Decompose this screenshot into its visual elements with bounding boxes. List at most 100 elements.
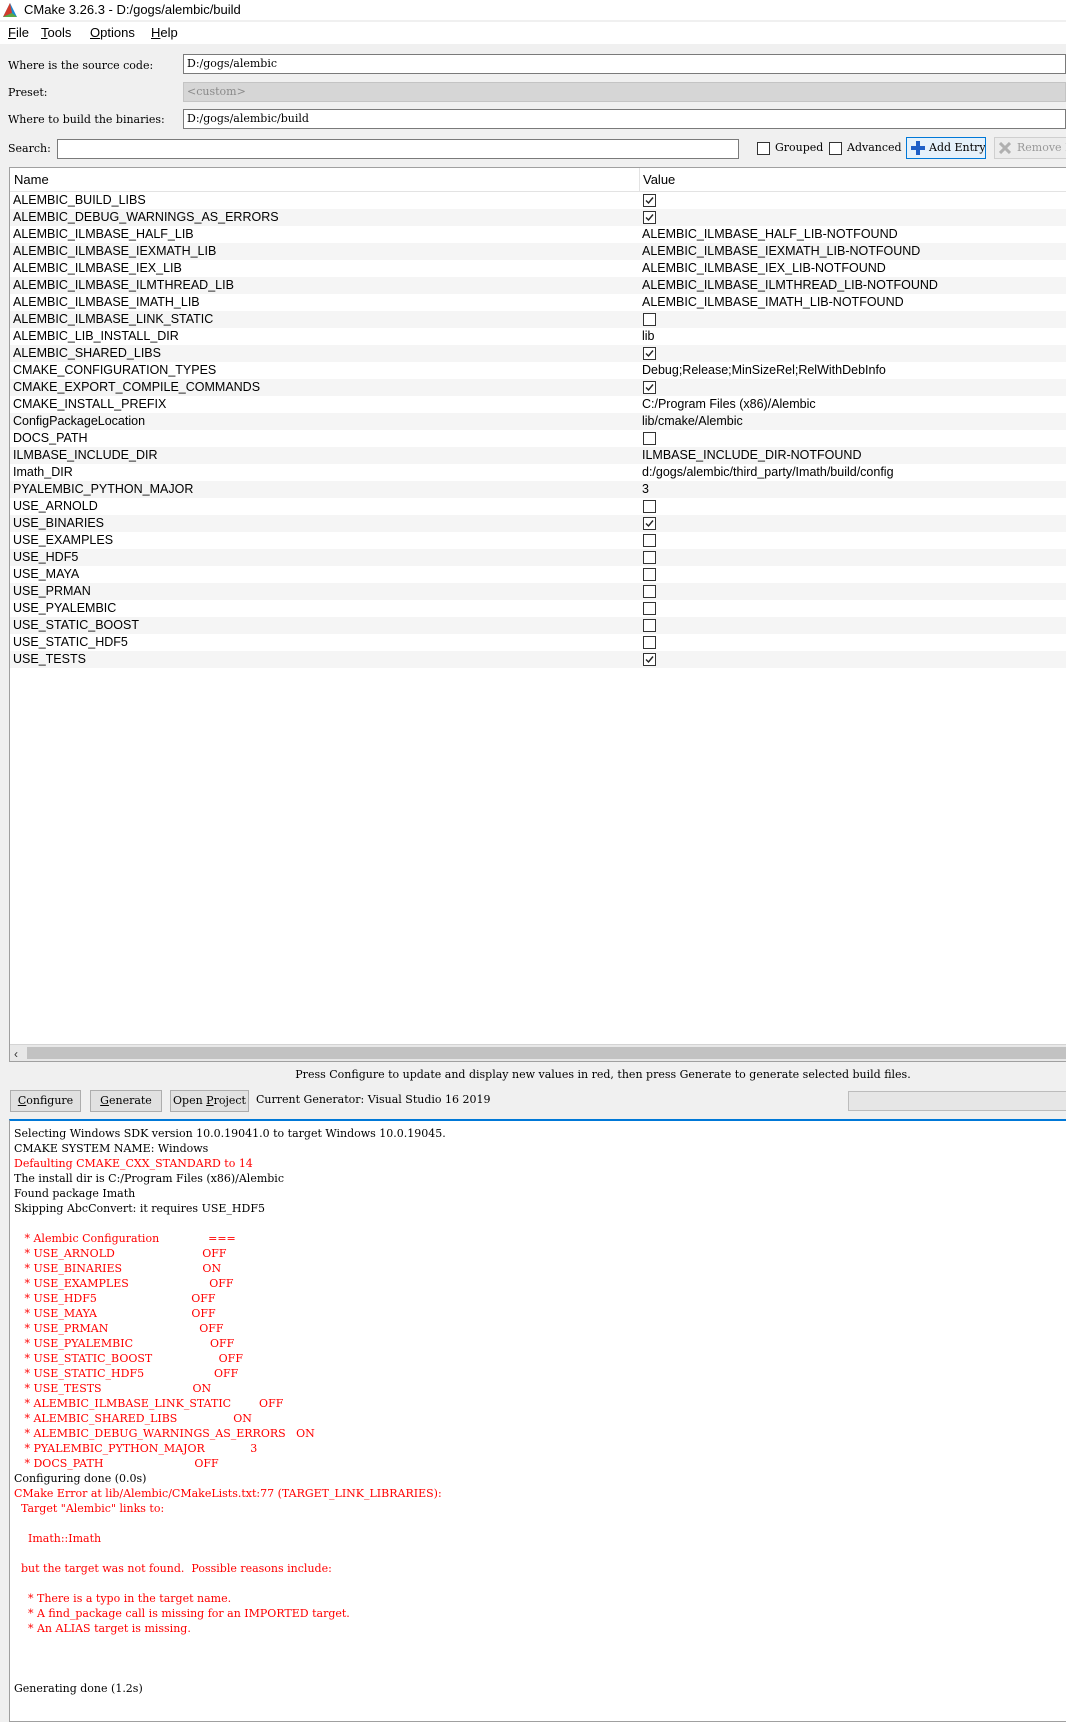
cache-entry-name: ALEMBIC_ILMBASE_ILMTHREAD_LIB: [13, 278, 234, 292]
table-row[interactable]: ALEMBIC_SHARED_LIBS: [10, 345, 1066, 362]
add-entry-button[interactable]: Add Entry: [906, 137, 986, 159]
menu-tools[interactable]: Tools: [41, 25, 71, 41]
cache-entry-checkbox[interactable]: [643, 313, 656, 326]
cache-entry-name: ALEMBIC_BUILD_LIBS: [13, 193, 146, 207]
column-header-name[interactable]: Name: [14, 172, 49, 187]
cache-entry-checkbox[interactable]: [643, 534, 656, 547]
scroll-left-arrow-icon[interactable]: ‹: [14, 1047, 18, 1061]
cache-entry-name: USE_PRMAN: [13, 584, 91, 598]
advanced-checkbox[interactable]: [829, 142, 842, 155]
table-row[interactable]: ALEMBIC_ILMBASE_HALF_LIB ALEMBIC_ILMBASE_…: [10, 226, 1066, 243]
table-row[interactable]: USE_PYALEMBIC: [10, 600, 1066, 617]
cache-entry-value[interactable]: lib: [642, 329, 655, 344]
log-line: CMake Error at lib/Alembic/CMakeLists.tx…: [14, 1487, 442, 1500]
log-line: * An ALIAS target is missing.: [14, 1622, 191, 1635]
output-log[interactable]: Selecting Windows SDK version 10.0.19041…: [9, 1119, 1066, 1722]
cache-entry-checkbox[interactable]: [643, 636, 656, 649]
cache-entry-value[interactable]: d:/gogs/alembic/third_party/Imath/build/…: [642, 465, 894, 480]
cache-entry-checkbox[interactable]: [643, 551, 656, 564]
table-row[interactable]: USE_STATIC_HDF5: [10, 634, 1066, 651]
log-line: * DOCS_PATH OFF: [14, 1457, 219, 1470]
horizontal-scrollbar[interactable]: ‹: [10, 1044, 1066, 1061]
configure-button[interactable]: Configure: [10, 1090, 81, 1112]
preset-select: <custom>: [183, 82, 1066, 102]
cache-entry-value[interactable]: C:/Program Files (x86)/Alembic: [642, 397, 816, 412]
log-lines: Selecting Windows SDK version 10.0.19041…: [14, 1126, 446, 1696]
cache-entry-checkbox[interactable]: [643, 568, 656, 581]
table-row[interactable]: CMAKE_EXPORT_COMPILE_COMMANDS: [10, 379, 1066, 396]
table-row[interactable]: ALEMBIC_ILMBASE_IEXMATH_LIB ALEMBIC_ILMBA…: [10, 243, 1066, 260]
cache-entry-value[interactable]: ALEMBIC_ILMBASE_HALF_LIB-NOTFOUND: [642, 227, 898, 242]
table-row[interactable]: USE_MAYA: [10, 566, 1066, 583]
source-path-field[interactable]: D:/gogs/alembic: [183, 54, 1066, 74]
log-line: Defaulting CMAKE_CXX_STANDARD to 14: [14, 1157, 253, 1170]
cache-entry-value[interactable]: ALEMBIC_ILMBASE_IMATH_LIB-NOTFOUND: [642, 295, 904, 310]
table-row[interactable]: ALEMBIC_ILMBASE_IMATH_LIB ALEMBIC_ILMBASE…: [10, 294, 1066, 311]
cache-entry-checkbox[interactable]: [643, 211, 656, 224]
cache-entry-name: ALEMBIC_ILMBASE_IEXMATH_LIB: [13, 244, 217, 258]
table-row[interactable]: USE_HDF5: [10, 549, 1066, 566]
cache-entry-name: ILMBASE_INCLUDE_DIR: [13, 448, 158, 462]
table-row[interactable]: USE_TESTS: [10, 651, 1066, 668]
cache-entry-name: USE_HDF5: [13, 550, 79, 564]
menu-help[interactable]: Help: [151, 25, 178, 41]
log-line: The install dir is C:/Program Files (x86…: [14, 1172, 284, 1185]
table-row[interactable]: ALEMBIC_LIB_INSTALL_DIR lib: [10, 328, 1066, 345]
cache-entry-value[interactable]: Debug;Release;MinSizeRel;RelWithDebInfo: [642, 363, 886, 378]
menu-file[interactable]: File: [8, 25, 29, 41]
cache-entry-checkbox[interactable]: [643, 602, 656, 615]
table-row[interactable]: ALEMBIC_ILMBASE_IEX_LIB ALEMBIC_ILMBASE_I…: [10, 260, 1066, 277]
table-row[interactable]: ALEMBIC_ILMBASE_LINK_STATIC: [10, 311, 1066, 328]
table-row[interactable]: ILMBASE_INCLUDE_DIR ILMBASE_INCLUDE_DIR-N…: [10, 447, 1066, 464]
cache-entry-checkbox[interactable]: [643, 517, 656, 530]
cache-entry-value[interactable]: ILMBASE_INCLUDE_DIR-NOTFOUND: [642, 448, 861, 463]
cache-entry-value[interactable]: ALEMBIC_ILMBASE_ILMTHREAD_LIB-NOTFOUND: [642, 278, 938, 293]
table-row[interactable]: ConfigPackageLocation lib/cmake/Alembic: [10, 413, 1066, 430]
table-row[interactable]: ALEMBIC_DEBUG_WARNINGS_AS_ERRORS: [10, 209, 1066, 226]
grouped-checkbox[interactable]: [757, 142, 770, 155]
cache-entry-value[interactable]: ALEMBIC_ILMBASE_IEX_LIB-NOTFOUND: [642, 261, 886, 276]
binaries-path-field[interactable]: D:/gogs/alembic/build: [183, 109, 1066, 129]
table-row[interactable]: DOCS_PATH: [10, 430, 1066, 447]
cache-entry-checkbox[interactable]: [643, 432, 656, 445]
menu-options[interactable]: Options: [90, 25, 135, 41]
cache-entry-checkbox[interactable]: [643, 194, 656, 207]
cache-entry-checkbox[interactable]: [643, 347, 656, 360]
scrollbar-thumb[interactable]: [27, 1047, 1066, 1059]
cache-entry-value[interactable]: 3: [642, 482, 649, 497]
log-line: * USE_MAYA OFF: [14, 1307, 216, 1320]
cache-entry-checkbox[interactable]: [643, 381, 656, 394]
generate-button[interactable]: Generate: [90, 1090, 162, 1112]
log-line: Found package Imath: [14, 1187, 136, 1200]
table-row[interactable]: USE_EXAMPLES: [10, 532, 1066, 549]
table-row[interactable]: USE_BINARIES: [10, 515, 1066, 532]
table-row[interactable]: USE_STATIC_BOOST: [10, 617, 1066, 634]
log-line: * Alembic Configuration ===: [14, 1232, 236, 1245]
cache-entry-checkbox[interactable]: [643, 619, 656, 632]
cache-entry-checkbox[interactable]: [643, 653, 656, 666]
table-row[interactable]: USE_PRMAN: [10, 583, 1066, 600]
table-row[interactable]: CMAKE_CONFIGURATION_TYPES Debug;Release;M…: [10, 362, 1066, 379]
cache-entry-name: ConfigPackageLocation: [13, 414, 146, 428]
table-row[interactable]: ALEMBIC_BUILD_LIBS: [10, 192, 1066, 209]
column-separator[interactable]: [639, 168, 640, 192]
table-row[interactable]: PYALEMBIC_PYTHON_MAJOR 3: [10, 481, 1066, 498]
remove-entry-button: Remove Entry: [994, 137, 1066, 159]
column-header-value[interactable]: Value: [643, 172, 675, 187]
open-project-button[interactable]: Open Project: [170, 1090, 249, 1112]
cache-table[interactable]: Name Value ALEMBIC_BUILD_LIBS ALEMBIC_DEB…: [9, 167, 1066, 1062]
table-row[interactable]: USE_ARNOLD: [10, 498, 1066, 515]
table-row[interactable]: ALEMBIC_ILMBASE_ILMTHREAD_LIB ALEMBIC_ILM…: [10, 277, 1066, 294]
search-input[interactable]: [57, 139, 739, 159]
cache-entry-value[interactable]: ALEMBIC_ILMBASE_IEXMATH_LIB-NOTFOUND: [642, 244, 920, 259]
table-row[interactable]: Imath_DIR d:/gogs/alembic/third_party/Ima…: [10, 464, 1066, 481]
cache-entry-value[interactable]: lib/cmake/Alembic: [642, 414, 743, 429]
cache-entry-checkbox[interactable]: [643, 500, 656, 513]
table-row[interactable]: CMAKE_INSTALL_PREFIX C:/Program Files (x8…: [10, 396, 1066, 413]
cache-entry-name: Imath_DIR: [13, 465, 73, 479]
log-line: * ALEMBIC_ILMBASE_LINK_STATIC OFF: [14, 1397, 284, 1410]
preset-label: Preset:: [8, 86, 48, 99]
binaries-label: Where to build the binaries:: [8, 113, 165, 126]
cache-entry-checkbox[interactable]: [643, 585, 656, 598]
